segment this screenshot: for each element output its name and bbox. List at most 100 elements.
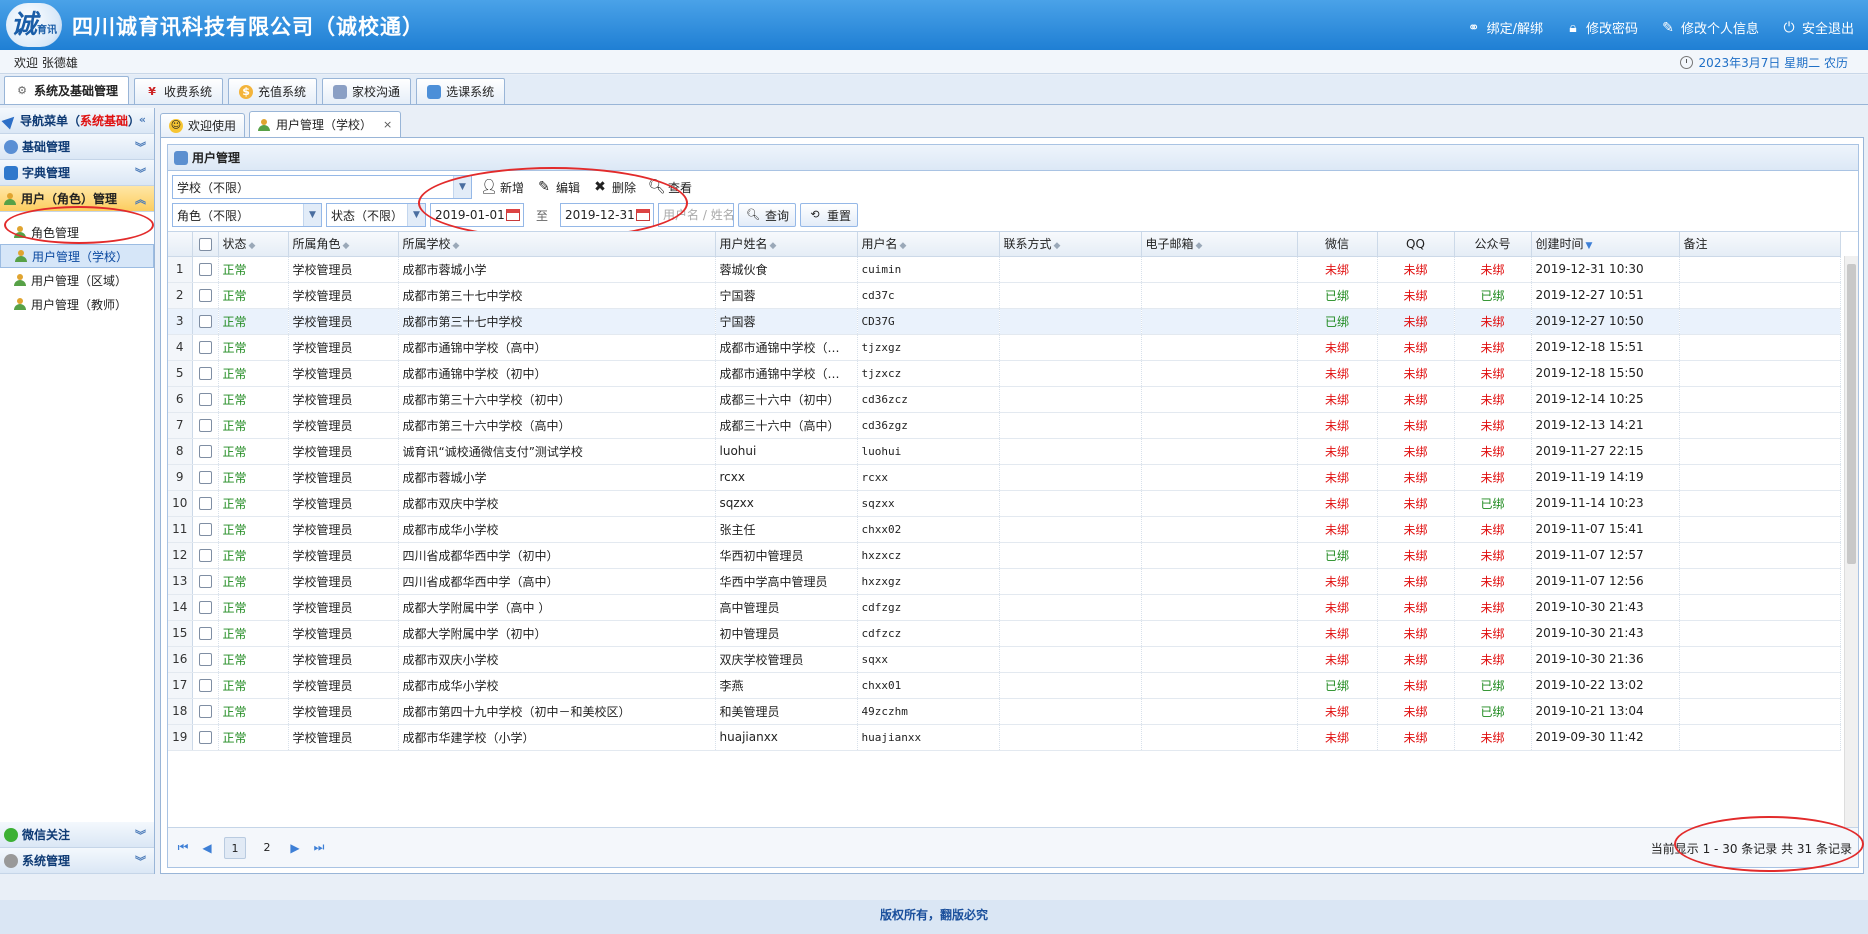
col-created-time[interactable]: 创建时间 ▼ — [1531, 232, 1680, 257]
col-role[interactable]: 所属角色 ◆ — [288, 232, 399, 257]
select-all-checkbox[interactable] — [198, 237, 212, 251]
sidebar-section-dictionary[interactable]: 字典管理 ︾ — [0, 160, 154, 186]
table-row[interactable]: 10 正常 学校管理员 成都市双庆中学校 sqzxx sqzxx 未绑 未绑 已绑 2019-11… — [168, 490, 1841, 517]
row-checkbox[interactable] — [198, 445, 212, 458]
first-page-icon[interactable]: ⏮ — [176, 840, 190, 855]
col-contact[interactable]: 联系方式 ◆ — [999, 232, 1142, 257]
last-page-icon[interactable]: ⏭ — [312, 840, 326, 855]
row-checkbox[interactable] — [198, 419, 212, 432]
row-checkbox[interactable] — [198, 679, 212, 692]
table-row[interactable]: 12 正常 学校管理员 四川省成都华西中学（初中） 华西初中管理员 hxzxcz 已绑 未绑未… — [168, 542, 1841, 569]
col-public-account[interactable]: 公众号 — [1454, 232, 1532, 257]
edit-button[interactable]: ✎ 编辑 — [532, 175, 584, 199]
col-name[interactable]: 用户姓名 ◆ — [715, 232, 858, 257]
role-select[interactable]: 角色（不限） ▼ — [172, 203, 322, 227]
row-checkbox[interactable] — [198, 523, 212, 536]
delete-button[interactable]: ✖ 删除 — [588, 175, 640, 199]
table-row[interactable]: 18 正常 学校管理员 成都市第四十九中学校（初中－和美校区） 和美管理员 49zczhm… — [168, 698, 1841, 725]
row-checkbox[interactable] — [198, 575, 212, 588]
school-select[interactable]: 学校（不限） ▼ — [172, 175, 472, 199]
row-checkbox[interactable] — [198, 315, 212, 328]
panel-title: 用户管理 — [168, 145, 1858, 171]
sidebar-item-user-region[interactable]: 用户管理（区域） — [0, 268, 154, 292]
row-checkbox — [192, 386, 219, 413]
prev-page-icon[interactable]: ◀ — [200, 841, 214, 855]
tab-recharge[interactable]: $ 充值系统 — [228, 78, 318, 104]
row-checkbox[interactable] — [198, 653, 212, 666]
date-from-input[interactable]: 2019-01-01 — [430, 203, 524, 227]
page-2[interactable]: 2 — [256, 837, 278, 859]
collapse-icon[interactable]: « — [139, 113, 146, 126]
row-checkbox[interactable] — [198, 367, 212, 380]
col-school[interactable]: 所属学校 ◆ — [398, 232, 716, 257]
table-row[interactable]: 11 正常 学校管理员 成都市成华小学校 张主任 chxx02 未绑 未绑 未绑 2019-11-… — [168, 516, 1841, 543]
next-page-icon[interactable]: ▶ — [288, 841, 302, 855]
table-row[interactable]: 19 正常 学校管理员 成都市华建学校（小学） huajianxx huajianxx 未绑… — [168, 724, 1841, 751]
col-wechat[interactable]: 微信 — [1297, 232, 1378, 257]
table-row[interactable]: 5 正常 学校管理员 成都市通锦中学校（初中） 成都市通锦中学校（… tjzxcz 未绑 未绑… — [168, 360, 1841, 387]
table-row[interactable]: 9 正常 学校管理员 成都市蓉城小学 rcxx rcxx 未绑 未绑 未绑 2019-11-19 … — [168, 464, 1841, 491]
col-username[interactable]: 用户名 ◆ — [857, 232, 1000, 257]
close-icon[interactable]: × — [383, 118, 392, 131]
row-checkbox[interactable] — [198, 731, 212, 744]
table-row[interactable]: 2 正常 学校管理员 成都市第三十七中学校 宁国蓉 cd37c 已绑 未绑 已绑 2019-12-… — [168, 282, 1841, 309]
table-row[interactable]: 1 正常 学校管理员 成都市蓉城小学 蓉城伙食 cuimin 未绑 未绑 未绑 2019-12-3… — [168, 256, 1841, 283]
row-checkbox[interactable] — [198, 627, 212, 640]
page-1[interactable]: 1 — [224, 836, 246, 859]
sidebar-section-user-role[interactable]: 用户（角色）管理 ︽ — [0, 186, 154, 212]
tab-welcome[interactable]: ☺ 欢迎使用 — [160, 113, 246, 137]
sidebar-item-user-school[interactable]: 用户管理（学校） — [0, 244, 154, 268]
sidebar-item-role-manage[interactable]: 角色管理 — [0, 220, 154, 244]
table-row[interactable]: 8 正常 学校管理员 诚育讯“诚校通微信支付”测试学校 luohui luohui 未绑 未绑… — [168, 438, 1841, 465]
row-checkbox[interactable] — [198, 393, 212, 406]
table-row[interactable]: 3 正常 学校管理员 成都市第三十七中学校 宁国蓉 CD37G 已绑 未绑 未绑 2019-12-… — [168, 308, 1841, 335]
col-remark[interactable]: 备注 — [1679, 232, 1841, 257]
calendar-icon[interactable] — [636, 209, 651, 221]
sidebar-section-wechat[interactable]: 微信关注 ︾ — [0, 822, 154, 848]
contact-cell — [999, 516, 1142, 543]
remark-cell — [1679, 542, 1841, 569]
username-search-input[interactable] — [658, 203, 735, 227]
table-row[interactable]: 4 正常 学校管理员 成都市通锦中学校（高中） 成都市通锦中学校（… tjzxgz 未绑 未绑… — [168, 334, 1841, 361]
row-checkbox[interactable] — [198, 289, 212, 302]
tab-home-school[interactable]: 家校沟通 — [322, 78, 412, 104]
row-checkbox[interactable] — [198, 471, 212, 484]
sidebar-item-user-teacher[interactable]: 用户管理（教师） — [0, 292, 154, 316]
row-checkbox[interactable] — [198, 497, 212, 510]
col-qq[interactable]: QQ — [1377, 232, 1455, 257]
view-button[interactable]: 🔍︎ 查看 — [644, 175, 696, 199]
row-checkbox[interactable] — [198, 705, 212, 718]
col-email[interactable]: 电子邮箱 ◆ — [1141, 232, 1298, 257]
date-to-input[interactable]: 2019-12-31 — [560, 203, 655, 227]
status-select[interactable]: 状态（不限） ▼ — [326, 203, 426, 227]
col-status[interactable]: 状态 ◆ — [218, 232, 289, 257]
row-checkbox[interactable] — [198, 549, 212, 562]
add-button[interactable]: 👤︎ 新增 — [476, 175, 528, 199]
calendar-icon[interactable] — [506, 209, 520, 221]
query-button[interactable]: 🔍︎ 查询 — [738, 203, 797, 227]
table-row[interactable]: 14 正常 学校管理员 成都大学附属中学（高中 ）高中管理员 cdfzgz 未绑 未绑 未绑 2… — [168, 594, 1841, 621]
bind-unbind-link[interactable]: ⚭ 绑定/解绑 — [1466, 18, 1543, 38]
table-row[interactable]: 17 正常 学校管理员 成都市成华小学校 李燕 chxx01 已绑 未绑 已绑 2019-10-2… — [168, 672, 1841, 699]
logout-link[interactable]: ⏻ 安全退出 — [1781, 18, 1854, 38]
vertical-scrollbar[interactable] — [1844, 256, 1858, 827]
sidebar-nav-header[interactable]: 导航菜单（系统基础） « — [0, 108, 154, 134]
tab-system-basic[interactable]: ⚙ 系统及基础管理 — [4, 76, 130, 104]
row-checkbox[interactable] — [198, 341, 212, 354]
row-checkbox[interactable] — [198, 601, 212, 614]
tab-charging[interactable]: ¥ 收费系统 — [134, 78, 224, 104]
sidebar-section-basic[interactable]: 基础管理 ︾ — [0, 134, 154, 160]
table-row[interactable]: 7 正常 学校管理员 成都市第三十六中学校（高中） 成都三十六中（高中） cd36zgz 未… — [168, 412, 1841, 439]
sidebar-section-system[interactable]: 系统管理 ︾ — [0, 848, 154, 874]
edit-profile-link[interactable]: ✎ 修改个人信息 — [1660, 18, 1759, 38]
table-row[interactable]: 15 正常 学校管理员 成都大学附属中学（初中） 初中管理员 cdfzcz 未绑 未绑 未绑 20… — [168, 620, 1841, 647]
table-row[interactable]: 16 正常 学校管理员 成都市双庆小学校 双庆学校管理员 sqxx 未绑 未绑 未绑 2019-1… — [168, 646, 1841, 673]
row-checkbox[interactable] — [198, 263, 212, 276]
reset-button[interactable]: ⟲ 重置 — [800, 203, 859, 227]
change-password-link[interactable]: 🔒︎ 修改密码 — [1565, 18, 1638, 38]
tab-course-select[interactable]: 选课系统 — [416, 78, 506, 104]
tab-user-manage-school[interactable]: 用户管理（学校） × — [249, 111, 402, 137]
table-row[interactable]: 6 正常 学校管理员 成都市第三十六中学校（初中） 成都三十六中（初中） cd36zcz 未… — [168, 386, 1841, 413]
scrollbar-thumb[interactable] — [1847, 264, 1856, 564]
table-row[interactable]: 13 正常 学校管理员 四川省成都华西中学（高中） 华西中学高中管理员 hxzxgz 未绑未… — [168, 568, 1841, 595]
